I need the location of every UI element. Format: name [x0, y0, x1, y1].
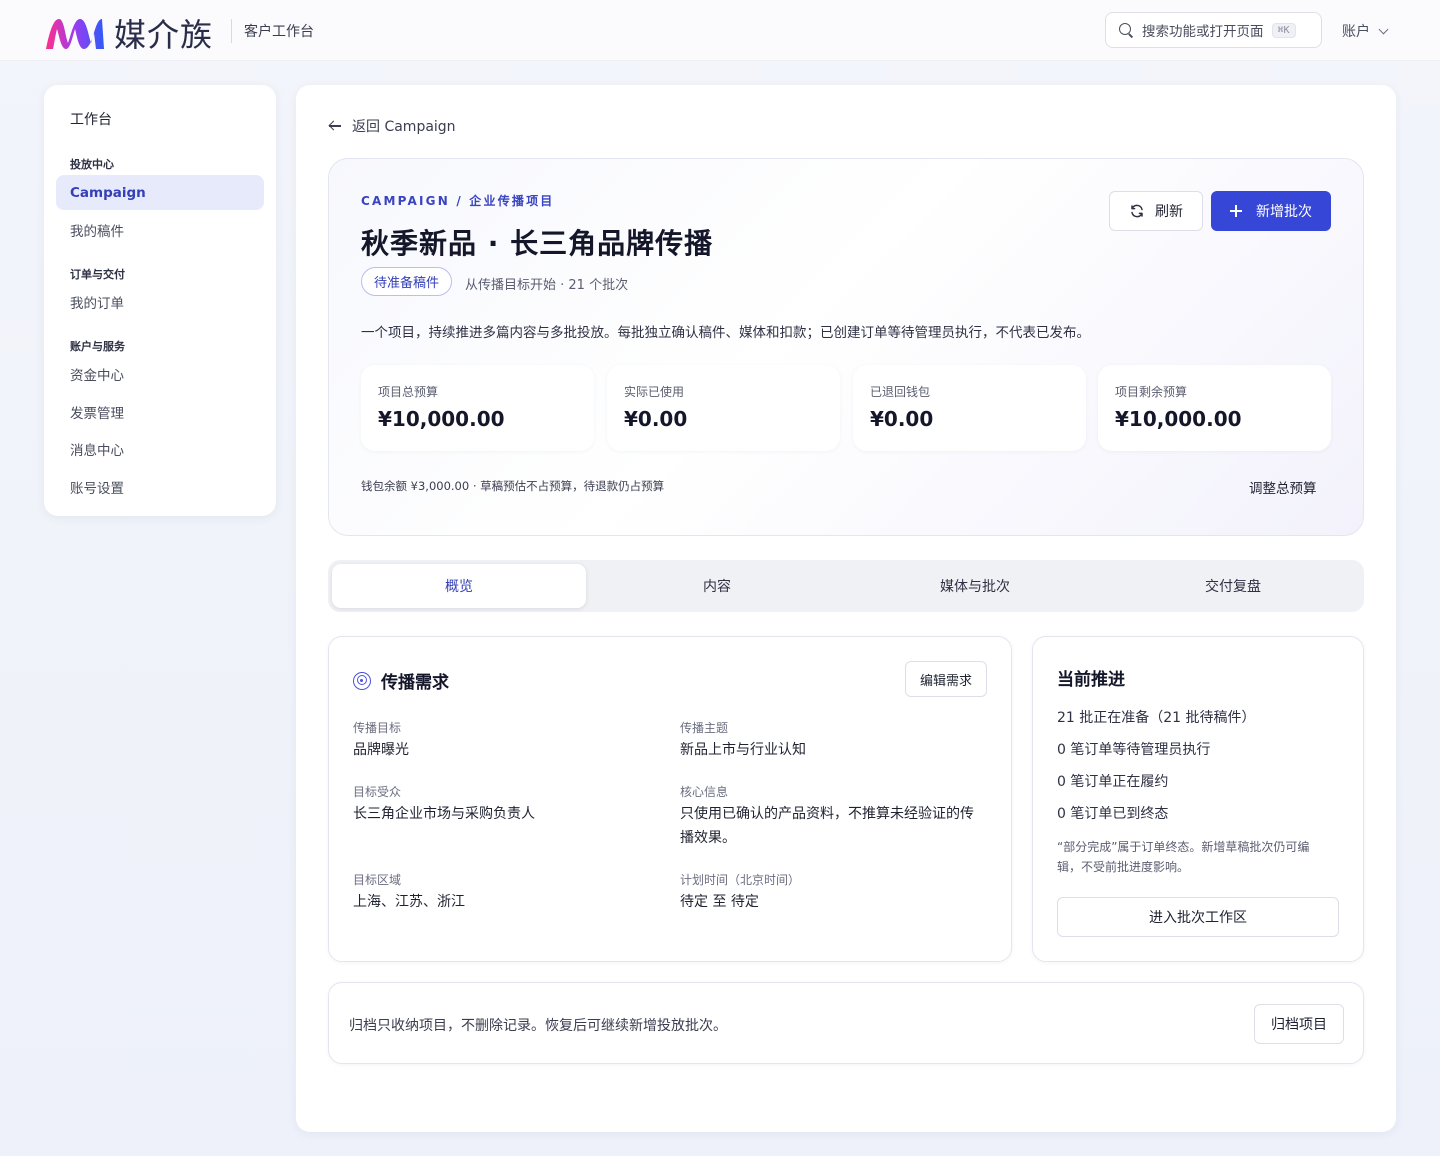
field-value: 待定 至 待定	[680, 894, 759, 910]
new-batch-button[interactable]: 新增批次	[1211, 191, 1331, 231]
top-bar: 媒介族 客户工作台 搜索功能或打开页面 ⌘K 账户	[0, 0, 1440, 61]
sidebar-item-label: 账号设置	[70, 480, 124, 497]
refresh-icon	[1131, 204, 1143, 218]
back-label: 返回 Campaign	[352, 119, 456, 135]
search-input[interactable]: 搜索功能或打开页面 ⌘K	[1105, 12, 1322, 48]
sidebar-title: 工作台	[70, 112, 112, 128]
breadcrumb: CAMPAIGN / 企业传播项目	[361, 194, 555, 208]
progress-line: 0 笔订单已到终态	[1057, 806, 1169, 822]
stat-card: 实际已使用 ¥0.00	[607, 365, 840, 451]
requirements-card: 传播需求 编辑需求 传播目标 品牌曝光 传播主题 新品上市与行业认知 目标受众 …	[328, 636, 1012, 962]
chevron-down-icon	[1378, 24, 1389, 34]
search-icon	[1118, 22, 1134, 38]
sidebar-item-account-settings[interactable]: 账号设置	[56, 469, 264, 504]
stat-value: ¥10,000.00	[378, 407, 505, 431]
progress-line: 0 笔订单正在履约	[1057, 774, 1169, 790]
enter-batch-workspace-button[interactable]: 进入批次工作区	[1057, 897, 1339, 937]
sidebar-group-label: 投放中心	[70, 158, 114, 171]
field-label: 目标区域	[353, 873, 402, 887]
app-subtitle: 客户工作台	[244, 24, 314, 40]
sidebar-item-messages[interactable]: 消息中心	[56, 431, 264, 466]
field-value: 品牌曝光	[353, 742, 409, 758]
search-placeholder: 搜索功能或打开页面	[1142, 24, 1264, 40]
tab-content[interactable]: 内容	[590, 564, 844, 608]
back-link[interactable]: 返回 Campaign	[328, 116, 456, 136]
account-menu[interactable]: 账户	[1342, 21, 1389, 41]
sidebar-group-label: 账户与服务	[70, 340, 125, 353]
field-value: 长三角企业市场与采购负责人	[353, 806, 535, 822]
brand-name: 媒介族	[114, 16, 214, 54]
progress-line: 0 笔订单等待管理员执行	[1057, 742, 1211, 758]
archive-note: 归档只收纳项目，不删除记录。恢复后可继续新增投放批次。	[349, 1018, 727, 1034]
stat-label: 项目总预算	[378, 385, 439, 399]
field-value: 上海、江苏、浙江	[353, 894, 465, 910]
sidebar-item-funds[interactable]: 资金中心	[56, 356, 264, 391]
shortcut-badge: ⌘K	[1271, 22, 1296, 38]
tab-label: 交付复盘	[1205, 579, 1261, 595]
arrow-left-icon	[328, 119, 342, 133]
tab-label: 内容	[703, 579, 731, 595]
stat-label: 已退回钱包	[870, 385, 931, 399]
edit-requirements-button[interactable]: 编辑需求	[905, 661, 987, 697]
field-value: 新品上市与行业认知	[680, 742, 806, 758]
sidebar-item-my-manuscripts[interactable]: 我的稿件	[56, 212, 264, 247]
sidebar-item-label: 我的订单	[70, 295, 124, 312]
campaign-hero: CAMPAIGN / 企业传播项目 秋季新品 · 长三角品牌传播 待准备稿件 从…	[328, 158, 1364, 536]
plus-icon	[1230, 205, 1242, 217]
target-icon	[353, 671, 371, 690]
stat-value: ¥0.00	[870, 407, 934, 431]
field-label: 目标受众	[353, 785, 402, 799]
progress-card: 当前推进 21 批正在准备（21 批待稿件） 0 笔订单等待管理员执行 0 笔订…	[1032, 636, 1364, 962]
sidebar-item-my-orders[interactable]: 我的订单	[56, 284, 264, 319]
sidebar-item-label: 资金中心	[70, 367, 124, 384]
field-label: 核心信息	[680, 785, 729, 799]
archive-card: 归档只收纳项目，不删除记录。恢复后可继续新增投放批次。 归档项目	[328, 982, 1364, 1064]
tab-media-batches[interactable]: 媒体与批次	[848, 564, 1102, 608]
sidebar-item-label: 消息中心	[70, 442, 124, 459]
stat-label: 项目剩余预算	[1115, 385, 1188, 399]
sidebar-item-invoices[interactable]: 发票管理	[56, 394, 264, 429]
refresh-button[interactable]: 刷新	[1109, 191, 1203, 231]
sidebar-item-campaign[interactable]: Campaign	[56, 175, 264, 210]
logo-mark-icon	[46, 19, 104, 49]
stat-value: ¥10,000.00	[1115, 407, 1242, 431]
status-badge: 待准备稿件	[361, 267, 453, 296]
main-panel: 返回 Campaign CAMPAIGN / 企业传播项目 秋季新品 · 长三角…	[296, 85, 1396, 1132]
refresh-label: 刷新	[1155, 204, 1183, 220]
requirements-header: 传播需求	[353, 668, 449, 693]
tab-delivery-review[interactable]: 交付复盘	[1106, 564, 1360, 608]
account-label: 账户	[1342, 24, 1370, 40]
field-label: 计划时间（北京时间）	[680, 873, 801, 887]
adjust-budget-link[interactable]: 调整总预算	[1249, 477, 1317, 497]
campaign-meta: 从传播目标开始 · 21 个批次	[465, 278, 629, 293]
stat-card: 项目总预算 ¥10,000.00	[361, 365, 594, 451]
sidebar-group-label: 订单与交付	[70, 268, 125, 281]
sidebar-item-label: 发票管理	[70, 405, 124, 422]
header-divider	[231, 19, 232, 43]
tab-label: 概览	[445, 579, 473, 595]
brand-logo[interactable]: 媒介族	[44, 10, 213, 56]
campaign-description: 一个项目，持续推进多篇内容与多批投放。每批独立确认稿件、媒体和扣款；已创建订单等…	[361, 325, 1090, 341]
field-label: 传播主题	[680, 721, 729, 735]
field-value: 只使用已确认的产品资料，不推算未经验证的传播效果。	[680, 806, 974, 846]
field-label: 传播目标	[353, 721, 402, 735]
stat-value: ¥0.00	[624, 407, 688, 431]
page-title: 秋季新品 · 长三角品牌传播	[361, 227, 714, 260]
stat-card: 项目剩余预算 ¥10,000.00	[1098, 365, 1331, 451]
archive-project-button[interactable]: 归档项目	[1254, 1004, 1344, 1044]
progress-note: “部分完成”属于订单终态。新增草稿批次仍可编辑，不受前批进度影响。	[1057, 840, 1310, 874]
tab-overview[interactable]: 概览	[332, 564, 586, 608]
tab-label: 媒体与批次	[940, 579, 1010, 595]
new-batch-label: 新增批次	[1256, 204, 1312, 220]
tab-bar: 概览 内容 媒体与批次 交付复盘	[328, 560, 1364, 612]
requirements-title: 传播需求	[381, 673, 449, 693]
progress-line: 21 批正在准备（21 批待稿件）	[1057, 710, 1256, 726]
sidebar-item-label: Campaign	[70, 184, 146, 201]
stat-label: 实际已使用	[624, 385, 685, 399]
wallet-note: 钱包余额 ¥3,000.00 · 草稿预估不占预算，待退款仍占预算	[361, 479, 665, 493]
progress-title: 当前推进	[1057, 670, 1125, 690]
sidebar-item-label: 我的稿件	[70, 223, 124, 240]
sidebar: 工作台 投放中心 Campaign 我的稿件 订单与交付 我的订单 账户与服务 …	[44, 85, 276, 516]
stat-card: 已退回钱包 ¥0.00	[853, 365, 1086, 451]
